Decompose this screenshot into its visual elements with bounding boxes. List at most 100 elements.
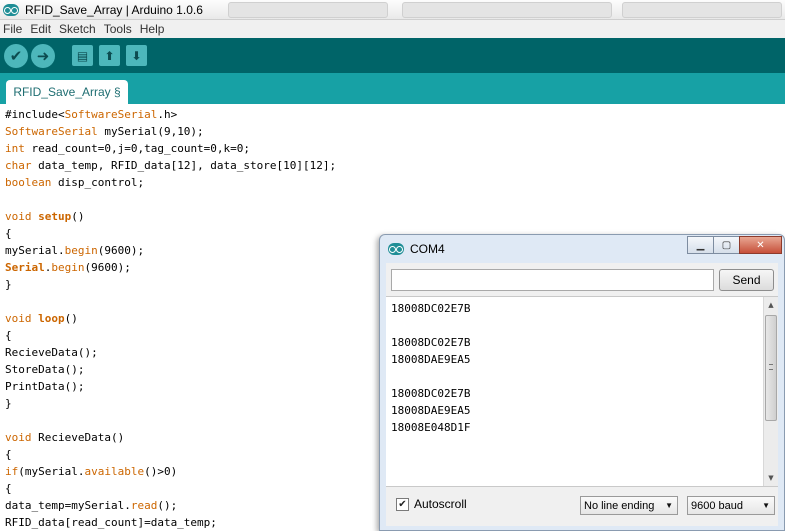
serial-input[interactable] [391,269,714,291]
serial-output-line: 18008DAE9EA5 [391,353,471,366]
background-browser-tab[interactable] [228,2,388,18]
code-token: RFID_data[read_count]=data_temp; [5,516,217,529]
code-line[interactable]: mySerial.begin(9600); [5,242,336,259]
upload-button[interactable]: ➜ [31,43,55,68]
code-line[interactable]: void loop() [5,310,336,327]
window-title: RFID_Save_Array | Arduino 1.0.6 [25,2,203,17]
code-token: PrintData(); [5,380,85,393]
menu-help[interactable]: Help [140,22,165,36]
code-token: int [5,142,25,155]
code-line[interactable]: RecieveData(); [5,344,336,361]
scroll-thumb[interactable] [765,315,777,421]
check-icon: ✔ [398,498,407,510]
close-icon: ✕ [756,239,765,251]
code-line[interactable] [5,293,336,310]
scroll-down-icon[interactable]: ▼ [764,471,778,485]
menu-sketch[interactable]: Sketch [59,22,96,36]
code-line[interactable]: Serial.begin(9600); [5,259,336,276]
code-line[interactable]: int read_count=0,j=0,tag_count=0,k=0; [5,140,336,157]
code-line[interactable]: SoftwareSerial mySerial(9,10); [5,123,336,140]
toolbar: ✔ ➜ ▤ ⬆ ⬇ [0,38,785,73]
serial-output-line: 18008DC02E7B [391,387,471,400]
maximize-button[interactable]: ▢ [713,236,740,254]
code-token: read_count=0,j=0,tag_count=0,k=0; [24,142,251,155]
code-line[interactable] [5,191,336,208]
code-line[interactable]: { [5,327,336,344]
autoscroll-checkbox[interactable]: ✔ [396,497,409,511]
window-controls: ▁ ▢ ✕ [687,236,782,254]
serial-output-line: 18008DC02E7B [391,336,471,349]
grip-icon [769,364,773,370]
serial-output-text: 18008DC02E7B 18008DC02E7B 18008DAE9EA5 1800… [391,300,470,436]
code-token: begin [64,244,98,257]
code-token: data_temp=mySerial. [5,499,131,512]
menu-tools[interactable]: Tools [104,22,132,36]
document-icon: ▤ [76,48,89,63]
background-browser-tab[interactable] [622,2,782,18]
code-token: setup [38,210,72,223]
code-token: Serial [5,261,45,274]
arduino-logo-icon [388,243,404,255]
menu-bar: File Edit Sketch Tools Help [0,20,785,38]
verify-button[interactable]: ✔ [4,43,28,68]
title-bar: RFID_Save_Array | Arduino 1.0.6 [0,0,785,20]
save-button[interactable]: ⬇ [126,45,147,66]
code-token: read [130,499,158,512]
background-browser-tab[interactable] [402,2,612,18]
right-arrow-icon: ➜ [36,46,50,65]
code-line[interactable]: #include<SoftwareSerial.h> [5,106,336,123]
code-line[interactable]: data_temp=mySerial.read(); [5,497,336,514]
close-button[interactable]: ✕ [739,236,782,254]
autoscroll-label: Autoscroll [414,497,467,511]
code-text[interactable]: #include<SoftwareSerial.h> SoftwareSerial… [5,106,336,531]
code-line[interactable]: PrintData(); [5,378,336,395]
code-token: SoftwareSerial [64,108,158,121]
code-line[interactable]: { [5,446,336,463]
baud-rate-value: 9600 baud [691,499,743,512]
code-token: loop [38,312,65,325]
code-line[interactable]: if(mySerial.available()>0) [5,463,336,480]
menu-file[interactable]: File [3,22,22,36]
code-line[interactable]: void setup() [5,208,336,225]
code-line[interactable] [5,412,336,429]
serial-monitor-title-bar[interactable]: COM4 ▁ ▢ ✕ [380,235,784,263]
vertical-scrollbar[interactable]: ▲ ▼ [763,297,778,486]
baud-rate-select[interactable]: 9600 baud ▼ [687,496,775,515]
code-token: { [5,448,12,461]
code-token: begin [51,261,85,274]
tab-rfid-save-array[interactable]: RFID_Save_Array § [6,80,128,104]
send-button[interactable]: Send [719,269,774,291]
code-token: ()>0) [144,465,178,478]
open-button[interactable]: ⬆ [99,45,120,66]
code-line[interactable]: void RecieveData() [5,429,336,446]
check-icon: ✔ [9,46,23,65]
code-line[interactable]: RFID_data[read_count]=data_temp; [5,514,336,531]
arduino-logo-icon [3,3,19,16]
code-line[interactable]: StoreData(); [5,361,336,378]
code-token: RecieveData() [31,431,125,444]
serial-output-line [391,317,470,334]
code-token: } [5,278,12,291]
serial-output-line: 18008DAE9EA5 [391,404,471,417]
minimize-button[interactable]: ▁ [687,236,714,254]
serial-output-line: 18008E048D1F [391,421,471,434]
code-token: (mySerial. [18,465,85,478]
line-ending-select[interactable]: No line ending ▼ [580,496,678,515]
menu-edit[interactable]: Edit [30,22,51,36]
code-line[interactable]: } [5,276,336,293]
code-token: StoreData(); [5,363,85,376]
code-line[interactable]: } [5,395,336,412]
code-token: mySerial(9,10); [97,125,204,138]
code-token: mySerial. [5,244,65,257]
code-token: { [5,482,12,495]
code-line[interactable]: char data_temp, RFID_data[12], data_stor… [5,157,336,174]
code-token: boolean [5,176,52,189]
code-token: () [64,312,78,325]
scroll-up-icon[interactable]: ▲ [764,298,778,312]
code-token: SoftwareSerial [5,125,98,138]
new-button[interactable]: ▤ [72,45,93,66]
chevron-down-icon: ▼ [762,501,770,510]
code-line[interactable]: { [5,480,336,497]
code-line[interactable]: { [5,225,336,242]
code-line[interactable]: boolean disp_control; [5,174,336,191]
